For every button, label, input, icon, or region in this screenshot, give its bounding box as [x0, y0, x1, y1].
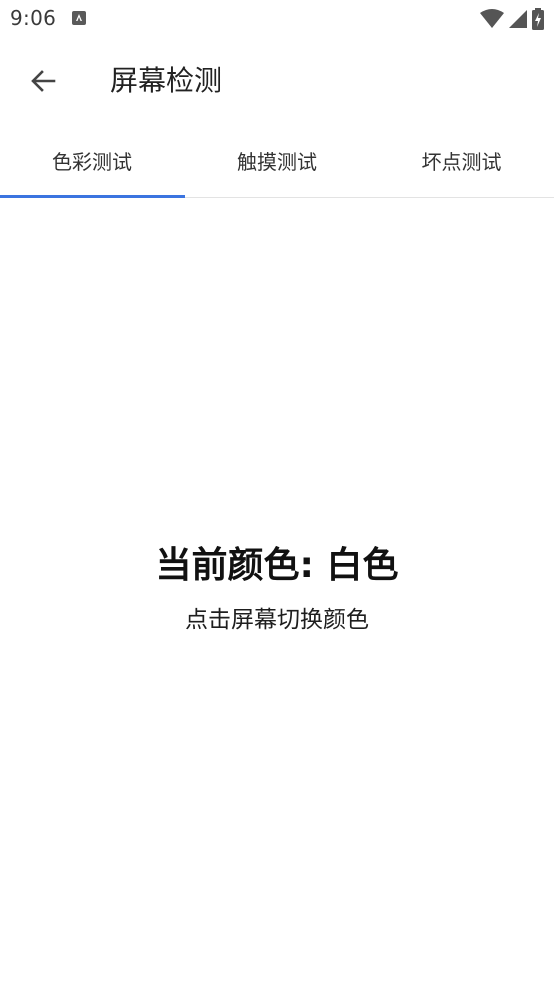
status-icons — [480, 8, 544, 30]
back-button[interactable] — [20, 58, 66, 104]
tab-bar: 色彩测试 触摸测试 坏点测试 — [0, 124, 554, 198]
page-title: 屏幕检测 — [110, 64, 223, 97]
battery-charging-icon — [532, 8, 544, 30]
current-color-label: 当前颜色: 白色 — [155, 545, 399, 586]
notification-icon — [72, 11, 86, 25]
tap-hint: 点击屏幕切换颜色 — [185, 607, 369, 633]
status-bar: 9:06 — [0, 0, 554, 38]
tab-dead-pixel-test[interactable]: 坏点测试 — [369, 124, 554, 196]
screen: 9:06 屏幕检测 色彩测试 触摸测试 坏点测试 当前颜色: 白色 点击屏幕切换… — [0, 0, 554, 984]
app-bar: 屏幕检测 — [0, 38, 554, 124]
arrow-back-icon — [31, 70, 56, 92]
wifi-icon — [480, 9, 504, 28]
color-test-area[interactable]: 当前颜色: 白色 点击屏幕切换颜色 — [0, 198, 554, 984]
status-time: 9:06 — [10, 6, 57, 30]
signal-icon — [509, 10, 527, 28]
tab-color-test[interactable]: 色彩测试 — [0, 124, 184, 196]
tab-touch-test[interactable]: 触摸测试 — [185, 124, 369, 196]
